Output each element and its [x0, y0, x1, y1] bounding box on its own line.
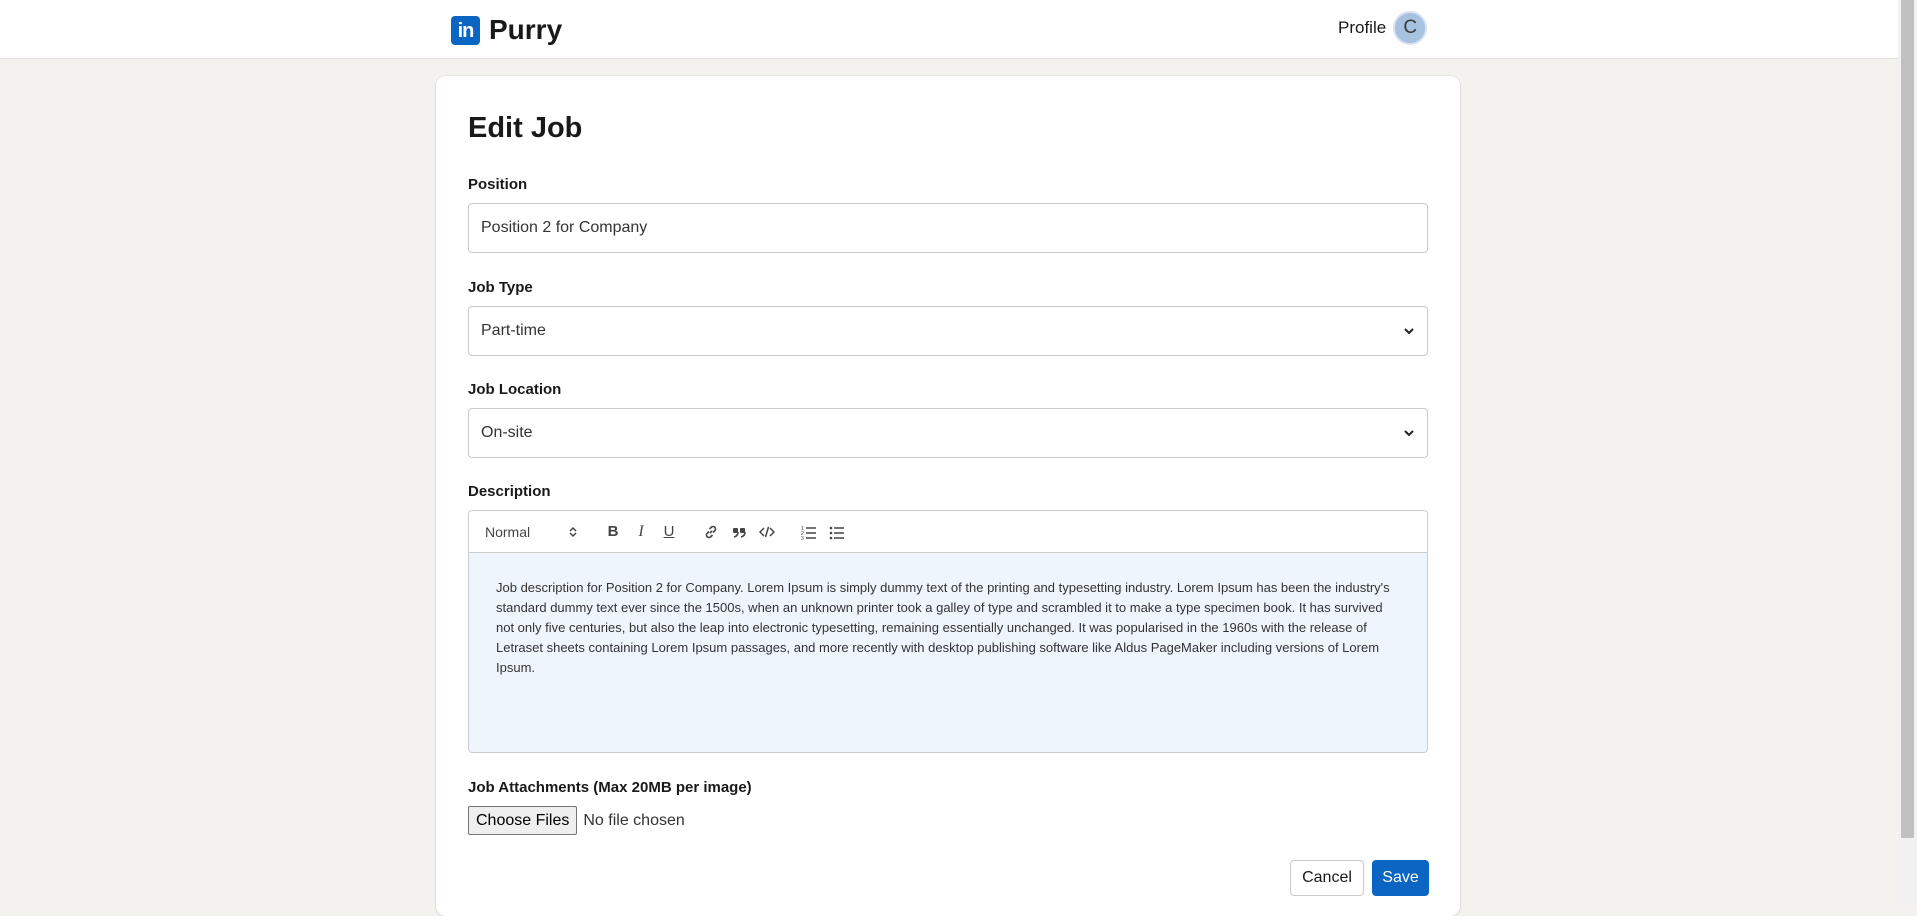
blockquote-button[interactable] [725, 520, 753, 544]
attachments-label: Job Attachments (Max 20MB per image) [468, 779, 752, 796]
brand-name: Purry [489, 14, 563, 45]
job-location-select[interactable]: On-site [468, 408, 1428, 458]
underline-button[interactable]: U [655, 520, 683, 544]
bold-icon: B [607, 523, 619, 540]
description-label: Description [468, 483, 551, 500]
bullet-list-button[interactable] [823, 520, 851, 544]
job-location-value: On-site [481, 424, 533, 441]
ordered-list-icon: 1 2 3 [801, 526, 816, 540]
editor-toolbar: Normal B I U 1 2 3 [468, 510, 1428, 553]
file-status: No file chosen [583, 811, 685, 829]
description-editor[interactable]: Job description for Position 2 for Compa… [468, 553, 1428, 753]
description-text: Job description for Position 2 for Compa… [496, 580, 1390, 675]
italic-button[interactable]: I [627, 520, 655, 544]
heading-format-select[interactable]: Normal [479, 524, 583, 540]
position-label: Position [468, 176, 528, 193]
position-input[interactable] [468, 203, 1428, 253]
job-type-select[interactable]: Part-time [468, 306, 1428, 356]
chevron-down-icon [1404, 430, 1414, 437]
heading-format-value: Normal [485, 523, 531, 540]
job-type-value: Part-time [481, 322, 546, 339]
linkedin-logo-icon: in [451, 15, 480, 45]
scrollbar-thumb[interactable] [1901, 0, 1914, 838]
page-title: Edit Job [468, 112, 583, 144]
choose-files-button[interactable]: Choose Files [468, 806, 578, 835]
top-navbar: in Purry Profile C [0, 0, 1898, 59]
ordered-list-button[interactable]: 1 2 3 [795, 520, 823, 544]
bullet-list-icon [829, 526, 844, 539]
file-picker: Choose Files No file chosen [468, 806, 685, 835]
edit-job-card: Edit Job Position Job Type Part-time Job… [436, 76, 1460, 916]
brand[interactable]: in Purry [451, 14, 562, 46]
job-type-label: Job Type [468, 279, 533, 296]
profile-menu[interactable]: Profile C [1338, 11, 1428, 45]
code-icon [759, 526, 775, 537]
underline-icon: U [663, 523, 675, 540]
job-location-label: Job Location [468, 381, 562, 398]
svg-text:3: 3 [801, 536, 804, 540]
italic-icon: I [638, 522, 644, 540]
profile-label: Profile [1338, 18, 1387, 37]
link-button[interactable] [697, 520, 725, 544]
bold-button[interactable]: B [599, 520, 627, 544]
code-block-button[interactable] [753, 520, 781, 544]
chevron-down-icon [1404, 328, 1414, 335]
cancel-button[interactable]: Cancel [1290, 860, 1364, 896]
save-button[interactable]: Save [1372, 860, 1429, 896]
link-icon [705, 525, 717, 538]
sort-arrows-icon [569, 526, 577, 537]
quote-icon [733, 527, 746, 538]
page-scrollbar[interactable] [1898, 0, 1917, 905]
avatar[interactable]: C [1393, 11, 1428, 45]
